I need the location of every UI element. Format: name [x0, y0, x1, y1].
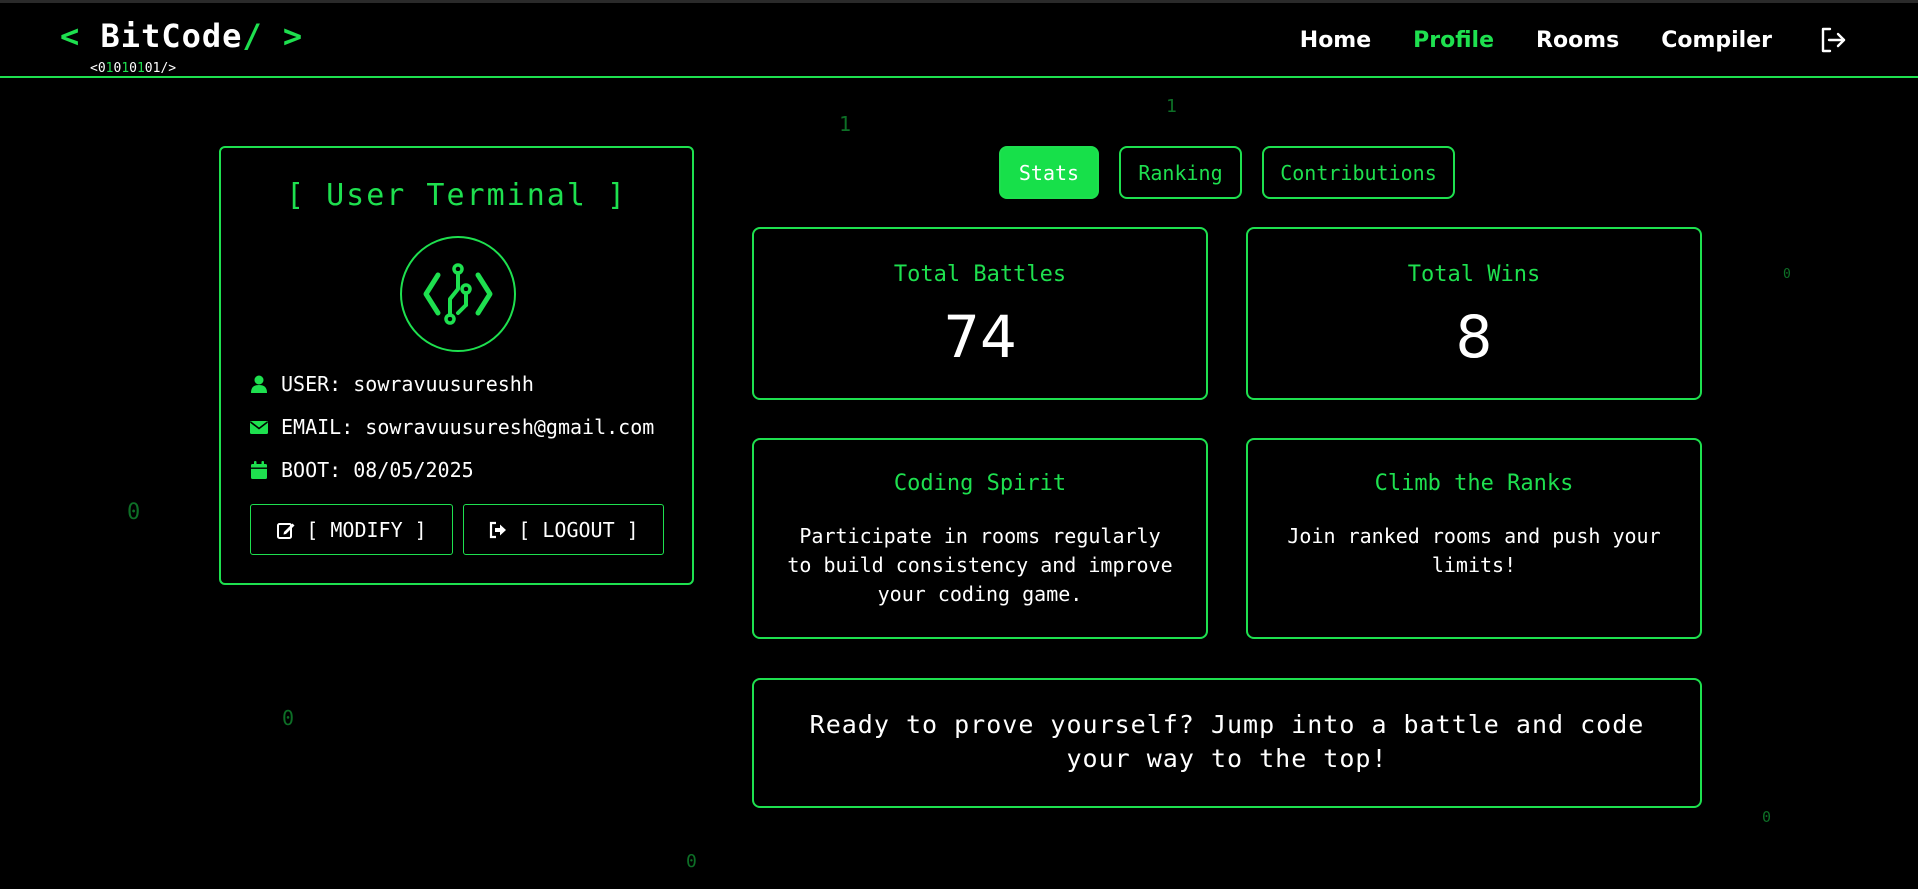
logout-button[interactable]: [ LOGOUT ]: [463, 504, 664, 555]
user-icon: [251, 375, 267, 393]
logo-bit: 1: [136, 61, 145, 76]
logout-icon[interactable]: [1818, 25, 1848, 55]
logo-sub-prefix: <: [90, 61, 98, 76]
coding-spirit-text: Participate in rooms regularly to build …: [787, 524, 1173, 606]
total-wins-label: Total Wins: [1407, 262, 1541, 287]
total-battles-card: Total Battles 74: [752, 227, 1208, 400]
logo-bit: 1: [121, 61, 130, 76]
logo-bit: 0: [129, 61, 137, 76]
logo-right-bracket: / >: [242, 17, 304, 55]
user-text: USER: sowravuusureshh: [281, 372, 534, 396]
total-wins-value: 8: [1455, 303, 1493, 371]
total-battles-label: Total Battles: [893, 262, 1067, 287]
bg-digit: 0: [1762, 808, 1772, 826]
total-battles-value: 74: [943, 303, 1017, 371]
avatar: [400, 236, 516, 352]
nav-rooms[interactable]: Rooms: [1536, 28, 1619, 53]
nav-home[interactable]: Home: [1300, 28, 1371, 53]
nav-compiler[interactable]: Compiler: [1661, 28, 1772, 53]
logo-title: < BitCode/ >: [60, 17, 303, 55]
coding-spirit-card: Coding Spirit Participate in rooms regul…: [752, 438, 1208, 639]
logo-bit: 0: [144, 61, 153, 76]
tab-contributions[interactable]: Contributions: [1262, 146, 1455, 199]
logo-name: BitCode: [100, 17, 243, 55]
climb-ranks-text: Join ranked rooms and push your limits!: [1287, 524, 1661, 577]
banner-text: Ready to prove yourself? Jump into a bat…: [809, 710, 1645, 773]
logout-label: [ LOGOUT ]: [518, 517, 639, 542]
modify-label: [ MODIFY ]: [306, 517, 427, 542]
header: < BitCode/ > <01010101/> Home Profile Ro…: [0, 3, 1918, 78]
code-circuit-icon: [423, 263, 493, 325]
modify-button[interactable]: [ MODIFY ]: [250, 504, 453, 555]
main-nav: Home Profile Rooms Compiler: [1258, 25, 1848, 55]
edit-icon: [277, 522, 295, 539]
sign-out-icon: [490, 521, 507, 538]
bg-digit: 0: [686, 851, 697, 872]
email-row: EMAIL: sowravuusuresh@gmail.com: [249, 415, 654, 439]
total-wins-card: Total Wins 8: [1246, 227, 1702, 400]
boot-text: BOOT: 08/05/2025: [281, 458, 474, 482]
card-title: [ User Terminal ]: [285, 178, 628, 213]
bg-digit: 0: [282, 706, 295, 730]
logo[interactable]: < BitCode/ > <01010101/>: [60, 17, 303, 76]
logo-bit: 0: [97, 61, 106, 76]
email-text: EMAIL: sowravuusuresh@gmail.com: [281, 415, 655, 439]
tab-stats[interactable]: Stats: [999, 146, 1099, 199]
envelope-icon: [250, 421, 268, 434]
user-row: USER: sowravuusureshh: [249, 372, 534, 396]
user-terminal-card: [ User Terminal ] USER: sowravuusureshh …: [219, 146, 694, 585]
logo-subtitle: <01010101/>: [90, 61, 176, 76]
bg-digit: 0: [127, 500, 141, 525]
logo-left-bracket: <: [60, 17, 81, 55]
bg-digit: 1: [1166, 96, 1177, 117]
climb-ranks-card: Climb the Ranks Join ranked rooms and pu…: [1246, 438, 1702, 639]
call-to-action-banner: Ready to prove yourself? Jump into a bat…: [752, 678, 1702, 808]
bg-digit: 1: [839, 112, 852, 136]
bg-digit: 0: [1783, 267, 1791, 282]
boot-row: BOOT: 08/05/2025: [249, 458, 474, 482]
tab-ranking[interactable]: Ranking: [1119, 146, 1242, 199]
nav-profile[interactable]: Profile: [1413, 28, 1494, 53]
coding-spirit-title: Coding Spirit: [893, 471, 1067, 496]
calendar-icon: [251, 461, 267, 479]
logo-sub-suffix: />: [160, 61, 177, 76]
climb-ranks-title: Climb the Ranks: [1374, 471, 1574, 496]
